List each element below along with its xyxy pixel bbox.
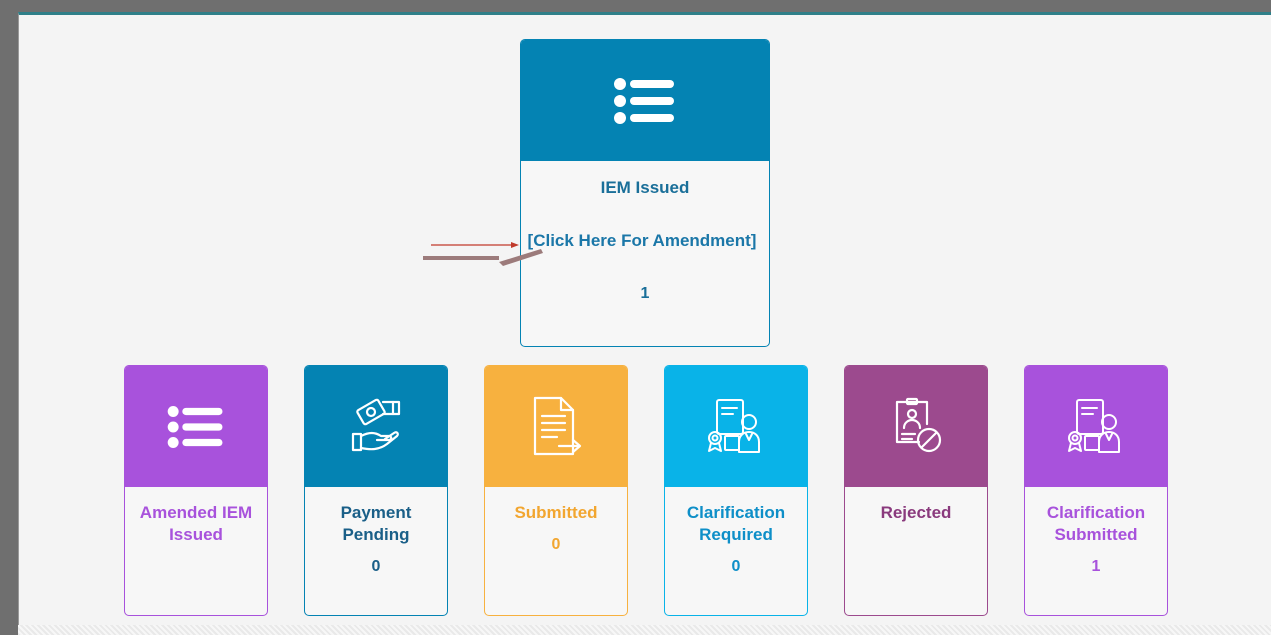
card-title: Submitted <box>514 503 598 522</box>
card-title: Clarification Submitted <box>1046 503 1146 544</box>
submitted-card[interactable]: Submitted 0 <box>484 365 628 616</box>
card-header <box>125 366 267 487</box>
profile-rejected-icon <box>895 397 942 452</box>
card-title: Clarification Required <box>686 503 786 544</box>
certificate-person-icon <box>1068 398 1120 453</box>
card-count: 0 <box>551 536 561 553</box>
arrow-pointer-icon <box>423 242 543 266</box>
document-submit-icon <box>533 396 582 455</box>
payment-pending-card[interactable]: Payment Pending 0 <box>304 365 448 616</box>
amended-iem-issued-card[interactable]: Amended IEM Issued <box>124 365 268 616</box>
card-count: 0 <box>371 558 381 575</box>
iem-issued-card[interactable]: IEM Issued [Click Here For Amendment] 1 <box>520 39 770 347</box>
clarification-submitted-card[interactable]: Clarification Submitted 1 <box>1024 365 1168 616</box>
list-icon <box>614 77 674 124</box>
card-count: 0 <box>731 558 741 575</box>
card-title: IEM Issued <box>600 178 690 197</box>
card-count: 1 <box>640 285 650 302</box>
list-icon <box>167 405 223 448</box>
card-header <box>305 366 447 487</box>
bottom-edge <box>18 625 1271 635</box>
card-count: 1 <box>1091 558 1101 575</box>
certificate-person-icon <box>708 398 760 453</box>
clarification-required-card[interactable]: Clarification Required 0 <box>664 365 808 616</box>
money-handshake-icon <box>351 398 401 451</box>
card-header <box>1025 366 1167 487</box>
card-header <box>845 366 987 487</box>
card-title: Amended IEM Issued <box>139 503 253 544</box>
card-header <box>485 366 627 487</box>
rejected-card[interactable]: Rejected <box>844 365 988 616</box>
card-title: Rejected <box>880 503 952 522</box>
card-title: Payment Pending <box>340 503 412 544</box>
amendment-link[interactable]: [Click Here For Amendment] <box>521 231 769 251</box>
card-header <box>665 366 807 487</box>
card-header <box>521 40 769 161</box>
